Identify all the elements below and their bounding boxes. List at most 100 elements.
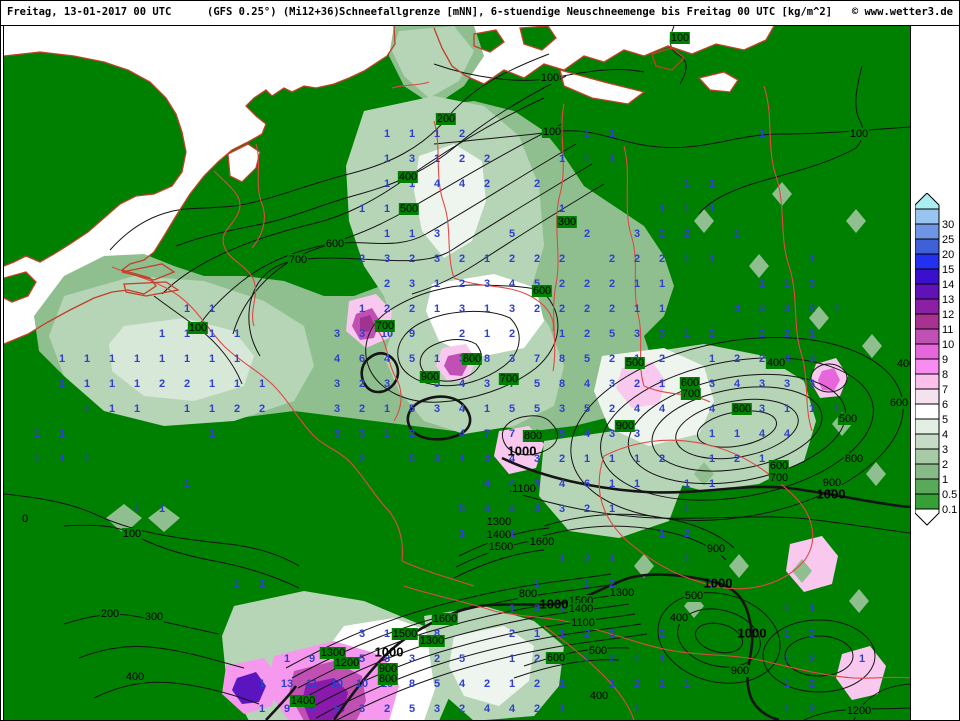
snow-value: 1 — [684, 253, 690, 265]
snow-value: 1 — [634, 453, 640, 465]
snow-value: 1 — [34, 428, 40, 440]
snow-value: 3 — [759, 378, 765, 390]
snow-value: 3 — [409, 278, 415, 290]
snow-value: 2 — [709, 328, 715, 340]
snow-value: 2 — [509, 328, 515, 340]
contour-label: 800 — [732, 403, 752, 415]
snow-value: 3 — [409, 153, 415, 165]
snow-value: 1 — [434, 128, 440, 140]
header-chart-title: Schneefallgrenze [mNN], 6-stuendige Neus… — [339, 6, 832, 18]
contour-label: 800 — [378, 673, 398, 685]
snow-value: 1 — [134, 403, 140, 415]
snow-value: 3 — [359, 328, 365, 340]
snow-value: 1 — [709, 253, 715, 265]
snow-value: 3 — [484, 503, 490, 515]
snow-value: 4 — [484, 478, 490, 490]
contour-label: 1100 — [511, 483, 537, 495]
snow-value: 10 — [331, 678, 343, 690]
contour-label: 1600 — [432, 613, 458, 625]
snow-value: 2 — [684, 528, 690, 540]
snow-value: 1 — [159, 353, 165, 365]
contour-label: 500 — [838, 413, 858, 425]
snow-value: 5 — [584, 353, 590, 365]
snow-value: 8 — [484, 353, 490, 365]
snow-value: 1 — [159, 328, 165, 340]
contour-label: 1300 — [486, 516, 512, 528]
header-bar: Freitag, 13-01-2017 00 UTC (GFS 0.25°) (… — [1, 1, 959, 26]
snow-value: 1 — [609, 678, 615, 690]
header-copyright: © www.wetter3.de — [852, 6, 953, 18]
snow-amount-legend: 3025201514131211109876543210.50.1 — [915, 193, 959, 529]
contour-label: 1300 — [609, 587, 635, 599]
contour-label: 100 — [188, 322, 208, 334]
snow-value: 1 — [809, 328, 815, 340]
snow-value: 5 — [459, 653, 465, 665]
contour-label: 100 — [849, 128, 869, 140]
snow-value: 1 — [459, 453, 465, 465]
snow-value: 2 — [459, 128, 465, 140]
contour-label: 500 — [625, 357, 645, 369]
snow-value: 3 — [384, 253, 390, 265]
legend-swatch — [915, 269, 939, 284]
snow-value: 2 — [384, 703, 390, 715]
weather-map: 1001002001001004005003006007001006007009… — [3, 25, 911, 721]
snow-value: 1 — [509, 653, 515, 665]
snow-value: 2 — [809, 678, 815, 690]
contour-label: 1600 — [529, 536, 555, 548]
snow-value: 1 — [659, 378, 665, 390]
snow-value: 1 — [84, 453, 90, 465]
snow-value: 1 — [234, 578, 240, 590]
snow-value: 2 — [534, 703, 540, 715]
snow-value: 1 — [584, 578, 590, 590]
snow-value: 3 — [334, 403, 340, 415]
contour-label: 400 — [669, 612, 689, 624]
snow-value: 4 — [484, 453, 490, 465]
legend-swatch — [915, 494, 939, 509]
snow-value: 1 — [609, 503, 615, 515]
snow-value: 2 — [609, 303, 615, 315]
snow-value: 3 — [559, 503, 565, 515]
snow-value: 4 — [434, 178, 440, 190]
legend-value: 9 — [942, 354, 948, 366]
snow-value: 2 — [409, 303, 415, 315]
snow-value: 4 — [459, 428, 465, 440]
contour-label: 100 — [670, 32, 690, 44]
snow-value: 5 — [534, 403, 540, 415]
snow-value: 2 — [634, 253, 640, 265]
snow-value: 11 — [306, 678, 318, 690]
snow-value: 2 — [609, 403, 615, 415]
legend-value: 7 — [942, 384, 948, 396]
snow-value: 1 — [434, 278, 440, 290]
legend-value: 0.5 — [942, 489, 957, 501]
snow-value: 3 — [359, 703, 365, 715]
snow-value: 4 — [634, 403, 640, 415]
legend-swatch — [915, 479, 939, 494]
snow-value: 2 — [459, 253, 465, 265]
snow-value: 1 — [759, 453, 765, 465]
snow-value: 2 — [459, 328, 465, 340]
header-model-run: (GFS 0.25°) (Mi12+36) — [207, 6, 340, 18]
legend-swatch — [915, 389, 939, 404]
snow-value: 3 — [434, 453, 440, 465]
contour-label: 0 — [21, 513, 29, 525]
contour-label: 900 — [615, 420, 635, 432]
snow-value: 3 — [809, 278, 815, 290]
contour-label: 300 — [144, 611, 164, 623]
snow-value: 1 — [584, 153, 590, 165]
snow-value: 5 — [434, 678, 440, 690]
contour-label: 1400 — [568, 603, 594, 615]
snow-value: 1 — [34, 453, 40, 465]
snow-value: 8 — [559, 353, 565, 365]
snow-value: 2 — [184, 378, 190, 390]
snow-value: 3 — [809, 378, 815, 390]
snow-value: 3 — [359, 428, 365, 440]
snow-value: 1 — [234, 353, 240, 365]
snow-value: 1 — [784, 403, 790, 415]
contour-label: 1000 — [703, 576, 734, 591]
snow-value: 1 — [109, 378, 115, 390]
legend-value: 30 — [942, 219, 954, 231]
snow-value: 1 — [59, 378, 65, 390]
snow-value: 3 — [759, 303, 765, 315]
snow-value: 3 — [484, 378, 490, 390]
snow-value: 1 — [209, 328, 215, 340]
